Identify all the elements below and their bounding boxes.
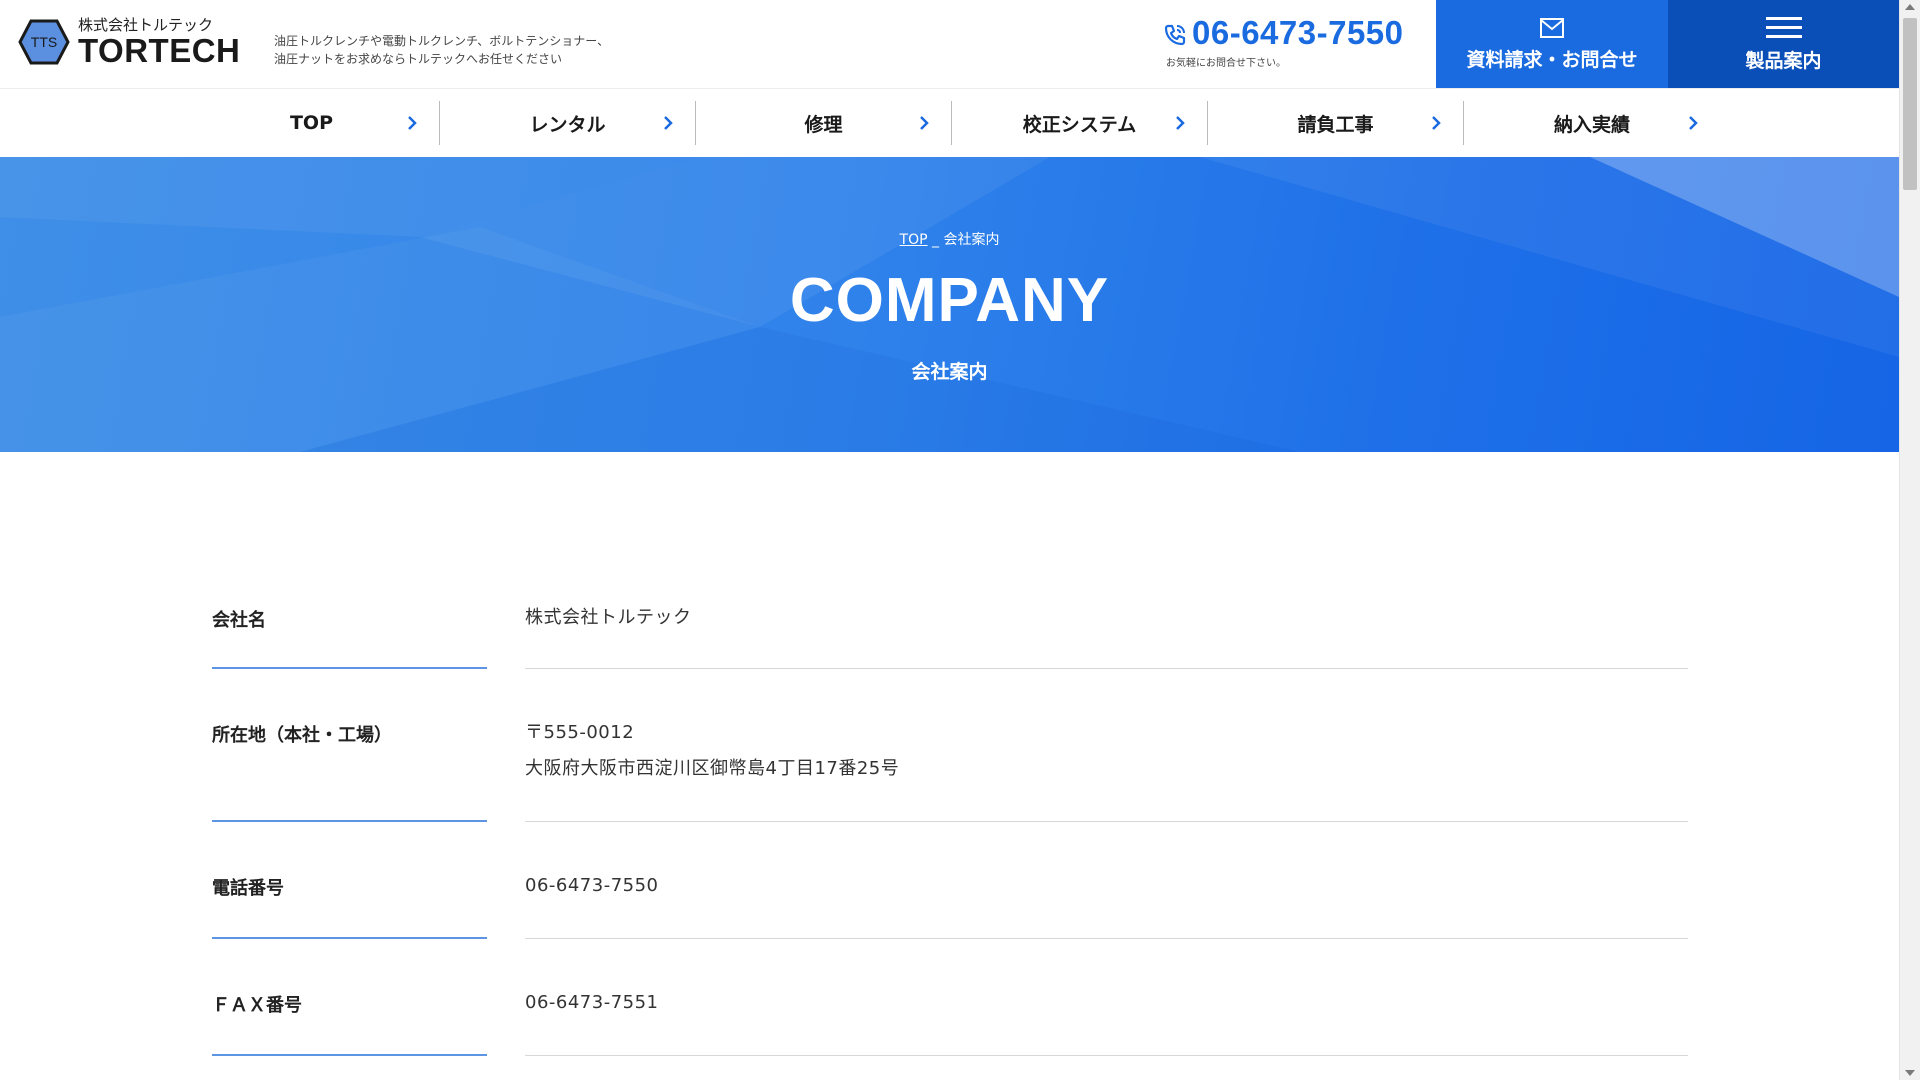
mail-icon [1540,17,1564,38]
products-menu-button[interactable]: 製品案内 [1668,0,1899,88]
phone-note: お気軽にお問合せ下さい。 [1166,58,1286,69]
nav-item-label: レンタル [529,113,606,136]
site-header: TTS 株式会社トルテック TORTECH 油圧トルクレンチや電動トルクレンチ、… [0,0,1899,88]
row-label: 会社名 [212,452,487,669]
global-nav: TOP レンタル 修理 校正システム 請負工事 納入実績 [0,88,1899,157]
nav-item-contract-work[interactable]: 請負工事 [1208,101,1464,145]
nav-item-label: 修理 [804,113,843,136]
logo-mark-text: TTS [31,34,57,50]
scroll-up-arrow-icon[interactable] [1905,4,1915,10]
company-info-row: ＦＡＸ番号 06-6473-7551 [212,939,1688,1056]
header-tagline: 油圧トルクレンチや電動トルクレンチ、ボルトテンショナー、 油圧ナットをお求めなら… [274,32,609,68]
tagline-line-1: 油圧トルクレンチや電動トルクレンチ、ボルトテンショナー、 [274,34,610,48]
contact-button[interactable]: 資料請求・お問合せ [1436,0,1668,88]
page-subtitle: 会社案内 [911,361,988,383]
chevron-right-icon [920,116,929,130]
row-label: ＦＡＸ番号 [212,939,487,1056]
scroll-down-arrow-icon[interactable] [1905,1070,1915,1076]
phone-number[interactable]: 06-6473-7550 [1192,14,1404,52]
company-info-row: 会社名 株式会社トルテック [212,452,1688,669]
nav-item-delivery-record[interactable]: 納入実績 [1464,101,1720,145]
row-value: 株式会社トルテック [525,452,1688,669]
row-value: 06-6473-7551 [525,939,1688,1056]
chevron-right-icon [408,116,417,130]
company-info-row: 所在地（本社・工場） 〒555-0012 大阪府大阪市西淀川区御幣島4丁目17番… [212,669,1688,822]
breadcrumb: TOP _ 会社案内 [0,229,1899,249]
nav-item-top[interactable]: TOP [184,101,440,145]
products-button-label: 製品案内 [1745,49,1822,72]
row-label: 所在地（本社・工場） [212,669,487,822]
nav-item-rental[interactable]: レンタル [440,101,696,145]
nav-item-label: 校正システム [1022,113,1137,136]
logo-hexagon-icon: TTS [18,19,70,65]
contact-button-label: 資料請求・お問合せ [1466,48,1638,71]
page-title: COMPANY [789,266,1110,335]
header-phone[interactable]: 06-6473-7550 お気軽にお問合せ下さい。 [1162,14,1404,69]
nav-item-repair[interactable]: 修理 [696,101,952,145]
scrollbar-thumb[interactable] [1903,18,1917,190]
postal-code: 〒555-0012 [525,722,635,743]
phone-icon [1164,24,1186,46]
breadcrumb-separator: _ [932,232,944,248]
page-hero: TOP _ 会社案内 COMPANY 会社案内 [0,157,1899,452]
chevron-right-icon [1176,116,1185,130]
nav-item-label: 納入実績 [1553,113,1630,136]
tagline-line-2: 油圧ナットをお求めならトルテックへお任せください [274,52,563,66]
breadcrumb-home-link[interactable]: TOP [900,232,928,248]
site-logo[interactable]: TTS 株式会社トルテック TORTECH [18,16,240,68]
company-info-table: 会社名 株式会社トルテック 所在地（本社・工場） 〒555-0012 大阪府大阪… [212,452,1688,1056]
row-value-address: 〒555-0012 大阪府大阪市西淀川区御幣島4丁目17番25号 [525,669,1688,822]
nav-item-label: 請負工事 [1297,113,1374,136]
vertical-scrollbar[interactable] [1899,0,1920,1080]
row-label: 電話番号 [212,822,487,939]
chevron-right-icon [1689,116,1698,130]
nav-item-label: TOP [289,112,334,134]
chevron-right-icon [664,116,673,130]
nav-item-calibration[interactable]: 校正システム [952,101,1208,145]
hamburger-menu-icon [1765,16,1802,38]
row-value: 06-6473-7550 [525,822,1688,939]
company-info-row: 電話番号 06-6473-7550 [212,822,1688,939]
breadcrumb-current: 会社案内 [943,232,1000,248]
logo-wordmark: TORTECH [78,32,241,69]
street-address: 大阪府大阪市西淀川区御幣島4丁目17番25号 [525,758,900,779]
chevron-right-icon [1432,116,1441,130]
